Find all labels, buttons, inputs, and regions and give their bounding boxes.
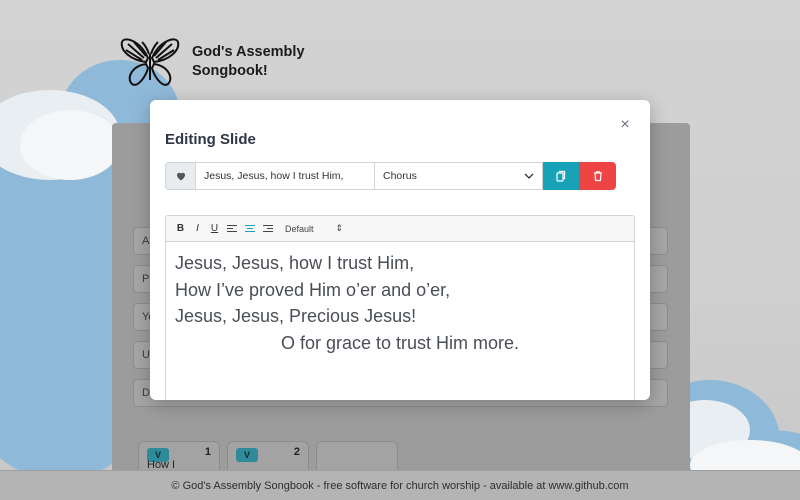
- brand-title: God's Assembly Songbook!: [192, 44, 305, 79]
- font-size-select[interactable]: Default ⇕: [285, 223, 343, 234]
- editing-slide-modal: Editing Slide × Chorus B I U: [150, 100, 650, 400]
- align-center-icon[interactable]: [245, 224, 255, 233]
- font-size-value: Default: [285, 223, 314, 234]
- lyric-line: How I’ve proved Him o’er and o’er,: [175, 279, 451, 300]
- chevron-updown-icon: ⇕: [335, 223, 344, 233]
- delete-slide-button[interactable]: [579, 162, 616, 190]
- slide-number: 2: [293, 446, 300, 458]
- slide-first-line-input[interactable]: [195, 162, 375, 190]
- align-left-icon[interactable]: [227, 224, 237, 233]
- lyric-line: O for grace to trust Him more.: [280, 332, 520, 353]
- heart-icon: [176, 172, 185, 181]
- align-right-icon[interactable]: [263, 224, 273, 233]
- chevron-down-icon: [524, 173, 534, 179]
- slide-controls: Chorus: [165, 162, 616, 190]
- slide-number: 1: [204, 446, 211, 458]
- italic-button[interactable]: I: [193, 223, 202, 234]
- lyric-line: Jesus, Jesus, Precious Jesus!: [175, 306, 417, 326]
- brand: God's Assembly Songbook!: [118, 34, 322, 90]
- copy-icon: [556, 170, 566, 182]
- close-icon[interactable]: ×: [618, 117, 632, 133]
- modal-title: Editing Slide: [165, 131, 256, 148]
- favorite-button[interactable]: [165, 162, 195, 190]
- footer: © God's Assembly Songbook - free softwar…: [0, 470, 800, 500]
- rich-text-editor: B I U Default ⇕ Jesus, Jesus, how I trus…: [165, 215, 635, 400]
- slide-type-value: Chorus: [383, 170, 417, 182]
- slide-type-select[interactable]: Chorus: [375, 162, 543, 190]
- slide-type-badge: V: [236, 448, 258, 462]
- editor-content[interactable]: Jesus, Jesus, how I trust Him, How I’ve …: [166, 242, 634, 364]
- trash-icon: [593, 171, 602, 182]
- copy-slide-button[interactable]: [543, 162, 579, 190]
- bold-button[interactable]: B: [176, 223, 185, 234]
- lyric-line: Jesus, Jesus, how I trust Him,: [175, 253, 415, 273]
- editor-toolbar: B I U Default ⇕: [166, 216, 634, 242]
- underline-button[interactable]: U: [210, 223, 219, 234]
- butterfly-icon: [120, 38, 180, 86]
